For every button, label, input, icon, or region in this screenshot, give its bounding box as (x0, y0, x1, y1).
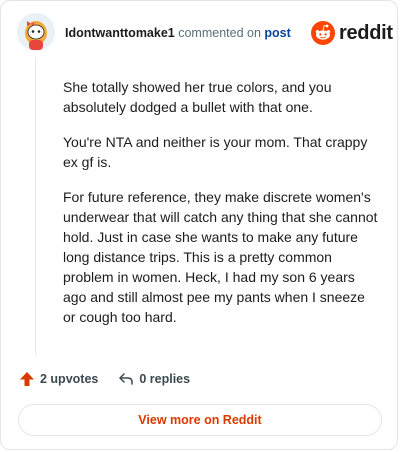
upvotes-button[interactable]: 2 upvotes (19, 371, 98, 387)
snoo-avatar-icon (17, 13, 55, 51)
reddit-wordmark: reddit (339, 21, 393, 44)
replies-count: 0 replies (139, 372, 191, 386)
action-text: commented on (178, 26, 261, 40)
comment-paragraph: She totally showed her true colors, and … (63, 79, 332, 115)
avatar[interactable] (17, 13, 55, 51)
comment-paragraph: You're NTA and neither is your mom. That… (63, 134, 368, 170)
upvote-arrow-icon (20, 372, 34, 386)
view-more-button[interactable]: View more on Reddit (18, 404, 382, 436)
username-link[interactable]: Idontwanttomake1 (65, 26, 175, 40)
reddit-snoo-icon (311, 21, 335, 45)
comment-actions: 2 upvotes 0 replies (19, 371, 190, 387)
replies-button[interactable]: 0 replies (118, 371, 190, 387)
upvotes-count: 2 upvotes (40, 372, 99, 386)
comment-header: Idontwanttomake1 commented on post (65, 26, 291, 40)
thread-line (35, 57, 36, 355)
comment-body: She totally showed her true colors, and … (63, 77, 379, 342)
comment-paragraph: For future reference, they make discrete… (63, 189, 378, 325)
post-link[interactable]: post (264, 26, 290, 40)
reply-arrow-icon (119, 373, 134, 385)
reddit-logo[interactable]: reddit (311, 20, 393, 46)
comment-embed-card: Idontwanttomake1 commented on post reddi… (0, 0, 398, 450)
